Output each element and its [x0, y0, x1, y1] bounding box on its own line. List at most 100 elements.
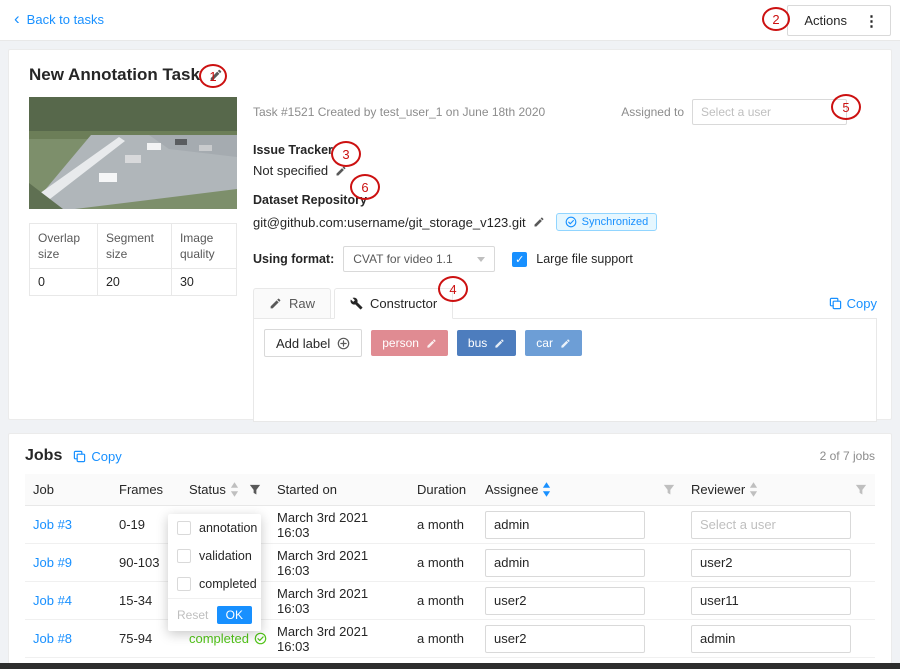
filter-option-completed-label: completed [199, 577, 257, 591]
edit-label-bus-icon[interactable] [494, 338, 505, 349]
annotation-checkbox[interactable] [177, 521, 191, 535]
filter-ok-button[interactable]: OK [217, 606, 252, 624]
status-filter-icon[interactable] [249, 484, 261, 496]
repository-url: git@github.com:username/git_storage_v123… [253, 215, 526, 230]
filter-option-validation-label: validation [199, 549, 252, 563]
job-link[interactable]: Job #9 [33, 555, 72, 570]
filter-option-annotation[interactable]: annotation [168, 514, 261, 542]
annotation-marker-2: 2 [762, 7, 790, 31]
label-chip-car-name: car [536, 336, 553, 350]
labels-tabs: Raw Constructor Copy [253, 288, 877, 319]
status-completed-icon [254, 632, 267, 645]
jobs-copy-link[interactable]: Copy [73, 449, 121, 464]
edit-label-person-icon[interactable] [426, 338, 437, 349]
label-chip-bus-name: bus [468, 336, 487, 350]
copy-icon [829, 297, 842, 310]
task-assignee-input[interactable] [692, 99, 847, 125]
tab-raw[interactable]: Raw [253, 288, 331, 319]
select-caret-icon [477, 257, 485, 262]
actions-button[interactable]: Actions ⋮ [787, 5, 891, 36]
validation-checkbox[interactable] [177, 549, 191, 563]
annotation-marker-3: 3 [331, 141, 361, 167]
job-assignee-input[interactable] [485, 625, 645, 653]
filter-option-validation[interactable]: validation [168, 542, 261, 570]
add-label-text: Add label [276, 336, 330, 351]
job-assignee-input[interactable] [485, 587, 645, 615]
job-assignee-input[interactable] [485, 511, 645, 539]
more-vertical-icon[interactable]: ⋮ [861, 12, 882, 30]
annotation-marker-6: 6 [350, 174, 380, 200]
labels-copy-link[interactable]: Copy [829, 296, 877, 311]
task-parameters-table: Overlap size Segment size Image quality … [29, 223, 237, 296]
col-frames: Frames [111, 474, 181, 505]
job-link[interactable]: Job #3 [33, 517, 72, 532]
bottom-edge-bar [0, 663, 900, 669]
job-row: Job #3 0-19 March 3rd 2021 16:03 a month [25, 506, 875, 544]
assignee-filter-icon[interactable] [663, 484, 675, 496]
param-value-segment: 20 [97, 269, 171, 296]
edit-repository-icon[interactable] [533, 216, 545, 228]
assignee-sort-icon[interactable] [542, 482, 551, 497]
large-file-label: Large file support [536, 252, 633, 266]
raw-tab-pencil-icon [269, 297, 282, 310]
reviewer-filter-icon[interactable] [855, 484, 867, 496]
job-reviewer-input[interactable] [691, 549, 851, 577]
sync-status-badge: Synchronized [556, 213, 658, 231]
format-select-value: CVAT for video 1.1 [353, 252, 452, 266]
task-details-card: New Annotation Task Overlap size [8, 49, 892, 420]
status-sort-icon[interactable] [230, 482, 239, 497]
param-header-segment: Segment size [97, 224, 171, 269]
job-started: March 3rd 2021 16:03 [269, 586, 409, 616]
copy-icon [73, 450, 86, 463]
labels-constructor-panel: Add label person bus car [253, 318, 877, 422]
back-to-tasks-link[interactable]: ‹ Back to tasks [14, 12, 104, 27]
constructor-tab-build-icon [350, 297, 363, 310]
reviewer-sort-icon[interactable] [749, 482, 758, 497]
filter-option-completed[interactable]: completed [168, 570, 261, 598]
dataset-repository-block: Dataset Repository git@github.com:userna… [253, 193, 877, 231]
param-header-quality: Image quality [171, 224, 236, 269]
annotation-marker-4: 4 [438, 276, 468, 302]
edit-label-car-icon[interactable] [560, 338, 571, 349]
job-link[interactable]: Job #4 [33, 593, 72, 608]
format-select[interactable]: CVAT for video 1.1 [343, 246, 495, 272]
task-meta-text: Task #1521 Created by test_user_1 on Jun… [253, 105, 621, 119]
label-chip-person[interactable]: person [371, 330, 448, 356]
add-label-plus-icon [337, 337, 350, 350]
sync-check-icon [565, 216, 577, 228]
tab-raw-label: Raw [289, 296, 315, 311]
jobs-count: 2 of 7 jobs [820, 449, 875, 463]
job-link[interactable]: Job #8 [33, 631, 72, 646]
filter-reset-button[interactable]: Reset [177, 608, 208, 622]
back-link-label: Back to tasks [27, 12, 104, 27]
job-row: Job #9 90-103 March 3rd 2021 16:03 a mon… [25, 544, 875, 582]
job-reviewer-input[interactable] [691, 511, 851, 539]
tab-constructor[interactable]: Constructor [334, 288, 453, 319]
jobs-card: Jobs Copy 2 of 7 jobs Job Frames Status … [8, 433, 892, 664]
annotation-marker-1: 1 [199, 64, 227, 88]
label-chip-car[interactable]: car [525, 330, 582, 356]
job-reviewer-input[interactable] [691, 625, 851, 653]
jobs-copy-label: Copy [91, 449, 121, 464]
col-status: Status [189, 482, 226, 497]
col-duration: Duration [409, 474, 477, 505]
job-duration: a month [409, 555, 477, 570]
jobs-table-header: Job Frames Status Started on Duration As… [25, 474, 875, 506]
jobs-title: Jobs [25, 447, 62, 465]
annotation-marker-5: 5 [831, 94, 861, 120]
job-reviewer-input[interactable] [691, 587, 851, 615]
job-status-completed: completed [189, 631, 267, 646]
job-started: March 3rd 2021 16:03 [269, 548, 409, 578]
add-label-button[interactable]: Add label [264, 329, 362, 357]
tab-constructor-label: Constructor [370, 296, 437, 311]
job-started: March 3rd 2021 16:03 [269, 510, 409, 540]
large-file-checkbox[interactable]: ✓ [512, 252, 527, 267]
label-chip-bus[interactable]: bus [457, 330, 516, 356]
actions-label: Actions [804, 13, 847, 28]
col-reviewer: Reviewer [691, 482, 745, 497]
sync-status-label: Synchronized [582, 216, 649, 228]
completed-checkbox[interactable] [177, 577, 191, 591]
col-job: Job [25, 474, 111, 505]
job-assignee-input[interactable] [485, 549, 645, 577]
label-chip-person-name: person [382, 336, 419, 350]
